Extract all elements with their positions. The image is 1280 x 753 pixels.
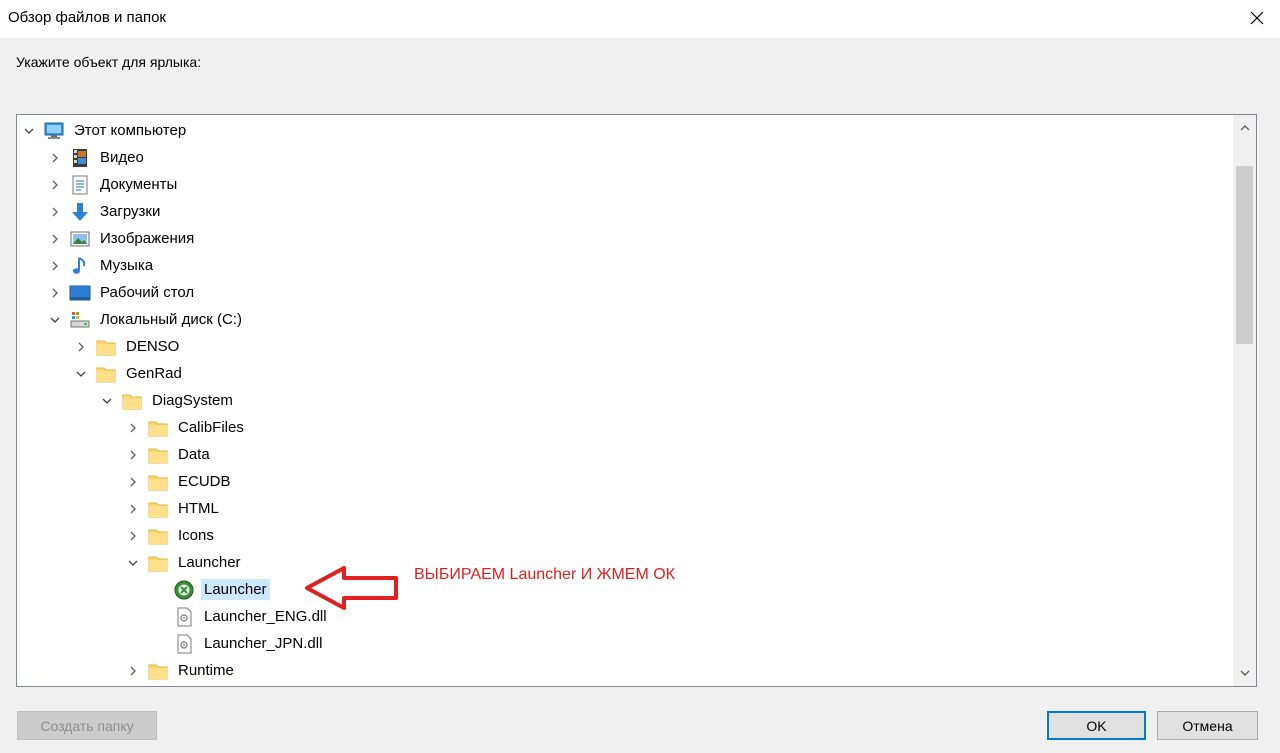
documents-folder-icon — [69, 174, 91, 196]
tree-item-label: Launcher — [201, 579, 270, 600]
tree-item-label: Видео — [100, 149, 144, 166]
tree-item-label: Изображения — [100, 230, 195, 247]
close-icon — [1250, 11, 1264, 25]
ok-button[interactable]: OK — [1047, 711, 1146, 740]
folder-icon — [147, 552, 169, 574]
chevron-right-icon[interactable] — [47, 150, 63, 166]
tree-item[interactable]: Загрузки — [47, 198, 163, 225]
tree-item[interactable]: DENSO — [73, 333, 182, 360]
cancel-button[interactable]: Отмена — [1157, 711, 1258, 740]
tree-item[interactable]: Этот компьютер — [21, 117, 189, 144]
chevron-down-icon — [1240, 670, 1249, 676]
scroll-down-button[interactable] — [1233, 660, 1256, 686]
tree-item-label: Data — [178, 446, 210, 463]
tree-item-label: Launcher_JPN.dll — [204, 635, 323, 652]
local-disk-icon — [69, 309, 91, 331]
tree-item[interactable]: DiagSystem — [99, 387, 236, 414]
folder-tree[interactable]: Этот компьютер Видео Документы Загрузки Изоб… — [16, 114, 1257, 687]
annotation-text: ВЫБИРАЕМ Launcher И ЖМЕМ ОК — [414, 566, 675, 583]
chevron-right-icon[interactable] — [125, 474, 141, 490]
tree-item[interactable]: Локальный диск (C:) — [47, 306, 245, 333]
tree-item-label: Этот компьютер — [74, 122, 187, 139]
desktop-folder-icon — [69, 282, 91, 304]
chevron-right-icon[interactable] — [125, 501, 141, 517]
tree-item[interactable]: Runtime — [125, 657, 237, 684]
folder-icon — [121, 390, 143, 412]
tree-item[interactable]: Музыка — [47, 252, 156, 279]
folder-icon — [147, 660, 169, 682]
tree-item[interactable]: Launcher_JPN.dll — [151, 630, 325, 657]
chevron-right-icon[interactable] — [125, 663, 141, 679]
tree-item-label: CalibFiles — [178, 419, 244, 436]
title-bar: Обзор файлов и папок — [0, 0, 1280, 38]
tree-item-label: DiagSystem — [152, 392, 233, 409]
window-title: Обзор файлов и папок — [8, 9, 166, 26]
tree-item-label: GenRad — [126, 365, 182, 382]
scroll-thumb[interactable] — [1236, 166, 1253, 344]
chevron-right-icon[interactable] — [47, 285, 63, 301]
chevron-down-icon[interactable] — [47, 312, 63, 328]
tree-item-label: Музыка — [100, 257, 154, 274]
folder-icon — [147, 417, 169, 439]
tree-item[interactable]: Launcher — [151, 576, 270, 603]
pictures-folder-icon — [69, 228, 91, 250]
chevron-up-icon — [1240, 125, 1249, 131]
folder-icon — [147, 525, 169, 547]
music-folder-icon — [69, 255, 91, 277]
tree-item-label: DENSO — [126, 338, 180, 355]
chevron-right-icon[interactable] — [47, 258, 63, 274]
chevron-down-icon[interactable] — [125, 555, 141, 571]
dll-file-icon — [173, 606, 195, 628]
tree-item[interactable]: Launcher — [125, 549, 244, 576]
computer-icon — [43, 120, 65, 142]
tree-item[interactable]: Рабочий стол — [47, 279, 197, 306]
tree-item[interactable]: Видео — [47, 144, 147, 171]
chevron-right-icon[interactable] — [47, 231, 63, 247]
chevron-right-icon[interactable] — [47, 177, 63, 193]
chevron-right-icon[interactable] — [125, 528, 141, 544]
tree-item-label: Runtime — [178, 662, 234, 679]
chevron-right-icon[interactable] — [47, 204, 63, 220]
tree-item-label: Загрузки — [100, 203, 161, 220]
chevron-down-icon[interactable] — [21, 123, 37, 139]
close-button[interactable] — [1234, 0, 1280, 36]
tree-scrollbar[interactable] — [1233, 115, 1256, 686]
tree-item-label: Icons — [178, 527, 214, 544]
downloads-folder-icon — [69, 201, 91, 223]
tree-item-label: Локальный диск (C:) — [100, 311, 242, 328]
folder-icon — [147, 444, 169, 466]
chevron-right-icon[interactable] — [73, 339, 89, 355]
scroll-up-button[interactable] — [1233, 115, 1256, 141]
tree-item-label: Launcher — [178, 554, 241, 571]
tree-item[interactable]: ECUDB — [125, 468, 234, 495]
tree-item[interactable]: GenRad — [73, 360, 185, 387]
tree-item-label: HTML — [178, 500, 219, 517]
tree-item[interactable]: Icons — [125, 522, 217, 549]
chevron-down-icon[interactable] — [73, 366, 89, 382]
new-folder-button[interactable]: Создать папку — [17, 711, 157, 740]
video-folder-icon — [69, 147, 91, 169]
tree-item[interactable]: Изображения — [47, 225, 197, 252]
tree-item[interactable]: CalibFiles — [125, 414, 247, 441]
folder-icon — [95, 363, 117, 385]
tree-item-label: Документы — [100, 176, 178, 193]
dll-file-icon — [173, 633, 195, 655]
chevron-down-icon[interactable] — [99, 393, 115, 409]
folder-icon — [147, 498, 169, 520]
tree-item-label: ECUDB — [178, 473, 231, 490]
folder-icon — [95, 336, 117, 358]
chevron-right-icon[interactable] — [125, 447, 141, 463]
tree-item-label: Рабочий стол — [100, 284, 195, 301]
red-arrow-annotation — [305, 566, 398, 610]
folder-icon — [147, 471, 169, 493]
launcher-app-icon — [173, 579, 195, 601]
tree-item[interactable]: Документы — [47, 171, 180, 198]
chevron-right-icon[interactable] — [125, 420, 141, 436]
dialog-prompt: Укажите объект для ярлыка: — [16, 54, 202, 70]
tree-item[interactable]: HTML — [125, 495, 222, 522]
tree-item[interactable]: Launcher_ENG.dll — [151, 603, 330, 630]
tree-item[interactable]: Data — [125, 441, 213, 468]
